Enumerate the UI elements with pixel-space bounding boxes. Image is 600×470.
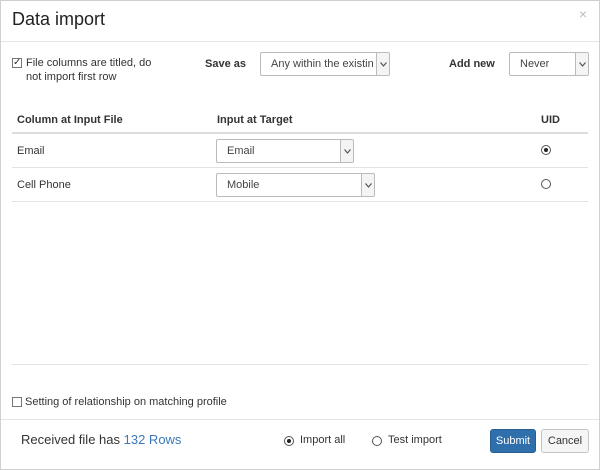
cancel-button[interactable]: Cancel — [541, 429, 589, 453]
table-row: Email Email — [12, 134, 588, 168]
add-new-value: Never — [520, 58, 550, 70]
row-column-name: Email — [17, 145, 45, 157]
chevron-down-icon — [340, 140, 353, 162]
data-import-dialog: Data import × ✓ File columns are titled,… — [0, 0, 600, 470]
header-input-at-target: Input at Target — [217, 114, 293, 126]
target-select-cell-phone[interactable]: Mobile — [216, 173, 375, 197]
add-new-label: Add new — [449, 58, 495, 70]
close-icon[interactable]: × — [579, 7, 587, 21]
add-new-select[interactable]: Never — [509, 52, 589, 76]
chevron-down-icon — [376, 53, 389, 75]
table-header: Column at Input File Input at Target UID — [12, 109, 588, 134]
import-all-radio[interactable] — [284, 436, 294, 446]
target-select-email[interactable]: Email — [216, 139, 354, 163]
save-as-select[interactable]: Any within the existing p — [260, 52, 390, 76]
titled-columns-label-line2: not import first row — [26, 71, 117, 83]
section-divider — [12, 364, 588, 365]
received-rows-text: Received file has 132 Rows — [21, 432, 181, 447]
relationship-checkbox[interactable] — [12, 397, 22, 407]
header-uid: UID — [541, 114, 560, 126]
received-prefix: Received file has — [21, 432, 120, 447]
submit-button[interactable]: Submit — [490, 429, 536, 453]
mapping-table: Column at Input File Input at Target UID… — [12, 109, 588, 202]
titled-columns-label: File columns are titled, do not import f… — [26, 56, 151, 84]
relationship-label: Setting of relationship on matching prof… — [25, 396, 227, 408]
dialog-footer: Received file has 132 Rows Import all Te… — [1, 419, 599, 470]
titled-columns-label-line1: File columns are titled, do — [26, 57, 152, 69]
dialog-header: Data import × — [1, 1, 599, 42]
row-column-name: Cell Phone — [17, 179, 71, 191]
import-all-label: Import all — [300, 434, 346, 446]
uid-radio-email[interactable] — [541, 145, 551, 155]
header-column-at-input: Column at Input File — [17, 114, 123, 126]
uid-radio-cell-phone[interactable] — [541, 179, 551, 189]
chevron-down-icon — [575, 53, 588, 75]
import-options: ✓ File columns are titled, do not import… — [1, 51, 600, 91]
test-import-label: Test import — [388, 434, 442, 446]
rows-count: 132 Rows — [123, 432, 182, 447]
table-row: Cell Phone Mobile — [12, 168, 588, 202]
chevron-down-icon — [361, 174, 374, 196]
dialog-title: Data import — [12, 9, 106, 29]
target-select-value: Email — [227, 145, 255, 157]
save-as-label: Save as — [205, 58, 246, 70]
save-as-value: Any within the existing p — [271, 58, 373, 70]
test-import-radio[interactable] — [372, 436, 382, 446]
target-select-value: Mobile — [227, 179, 260, 191]
titled-columns-checkbox[interactable]: ✓ — [12, 58, 22, 68]
